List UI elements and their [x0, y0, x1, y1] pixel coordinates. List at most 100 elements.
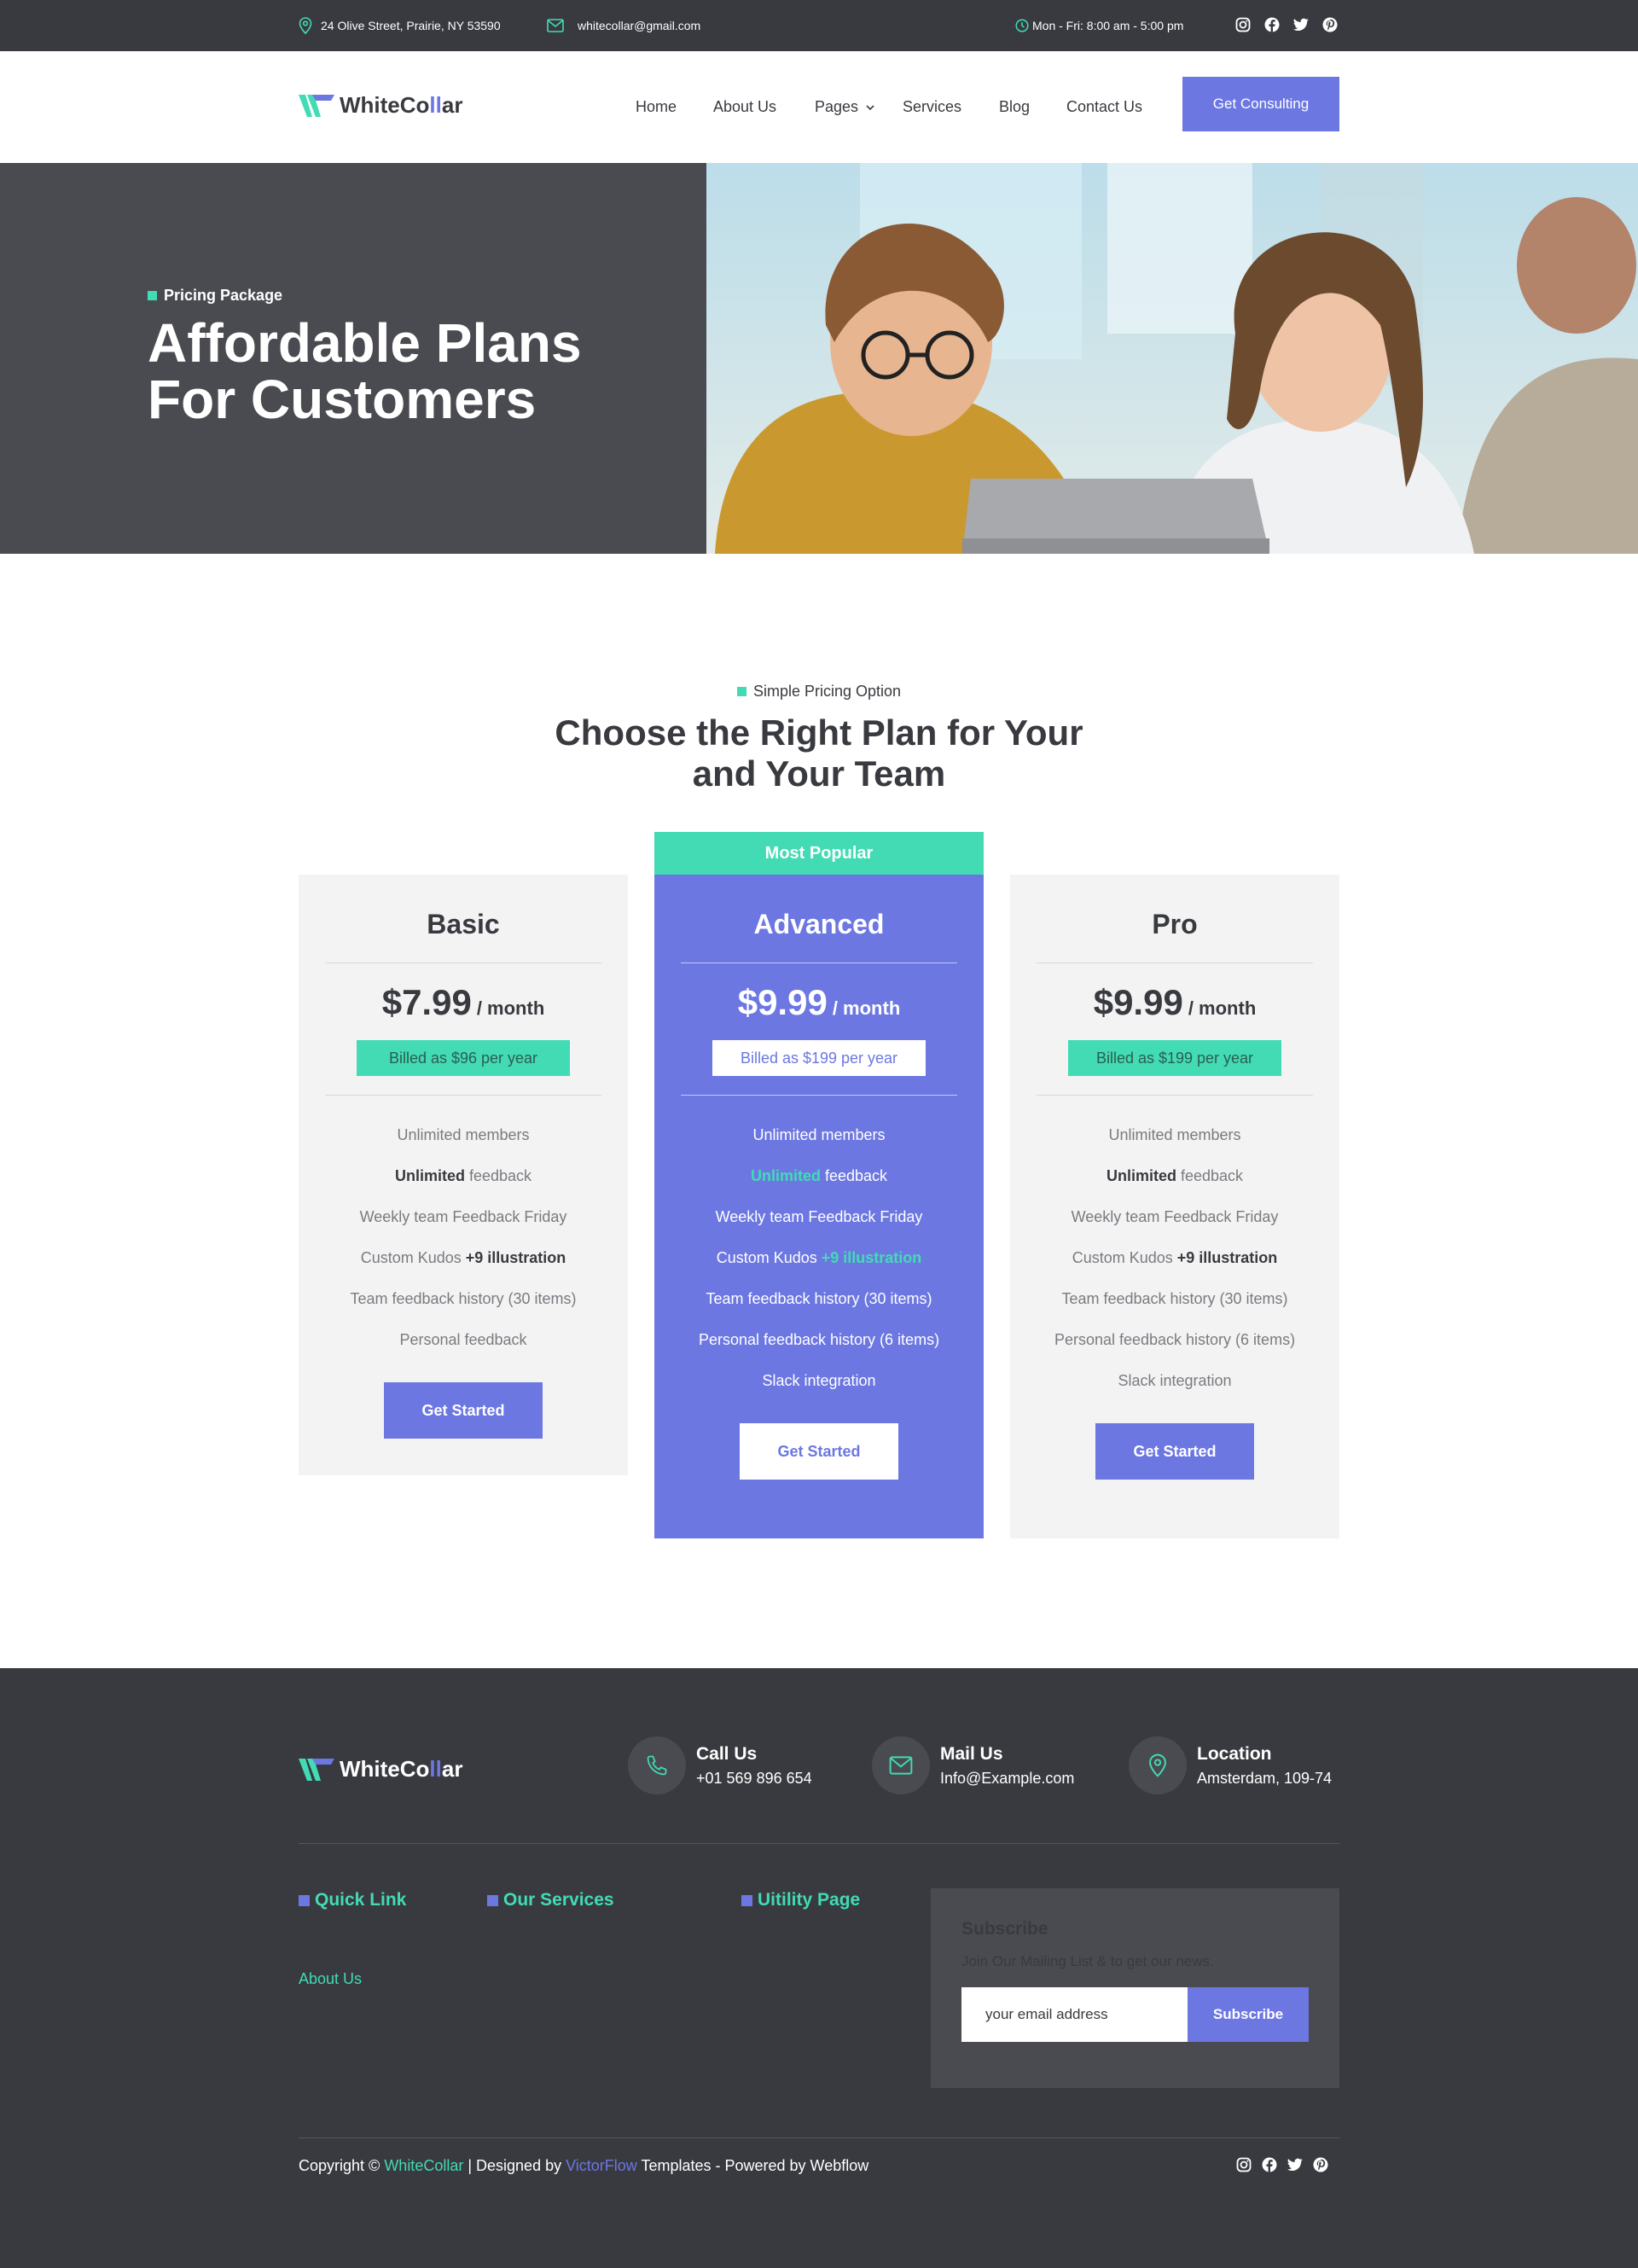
plan-price-period: / month	[476, 997, 545, 1019]
location-pin-icon	[299, 17, 312, 34]
instagram-icon[interactable]	[1236, 2157, 1252, 2177]
feature-text: Slack integration	[762, 1371, 876, 1389]
footer-link[interactable]: About Us	[299, 1962, 406, 1996]
footer-link[interactable]: Style Guide	[741, 1928, 860, 1962]
feature-text: feedback	[1180, 1166, 1244, 1184]
subscribe-box: Subscribe Join Our Mailing List & to get…	[931, 1888, 1339, 2088]
mail-icon	[872, 1736, 930, 1794]
get-started-button[interactable]: Get Started	[384, 1382, 543, 1439]
plan-feature: Weekly team Feedback Friday	[654, 1196, 984, 1237]
pinterest-icon[interactable]	[1321, 16, 1339, 33]
nav-contact-us[interactable]: Contact Us	[1066, 98, 1142, 116]
plan-feature: Custom Kudos +9 illustration	[299, 1237, 628, 1278]
get-consulting-button[interactable]: Get Consulting	[1182, 77, 1339, 131]
plan-feature: Unlimited feedback	[1010, 1155, 1339, 1196]
plan-feature: Personal feedback	[299, 1319, 628, 1360]
footer-link[interactable]: Services	[299, 2030, 406, 2064]
mail-icon	[547, 19, 564, 32]
email-item[interactable]: whitecollar@gmail.com	[547, 0, 700, 51]
get-started-button[interactable]: Get Started	[1095, 1423, 1254, 1480]
contact-location[interactable]: Location Amsterdam, 109-74	[1129, 1736, 1332, 1794]
plan-billed-badge: Billed as $199 per year	[1068, 1040, 1281, 1076]
plan-divider	[325, 962, 601, 963]
plan-feature: Personal feedback history (6 items)	[1010, 1319, 1339, 1360]
plan-features: Unlimited members Unlimited feedback Weekly…	[654, 1114, 984, 1401]
plan-card-pro: Pro $9.99/ month Billed as $199 per year Un…	[1010, 875, 1339, 1538]
footer-link[interactable]: Home	[299, 1928, 406, 1962]
footer-quick-links-title: Quick Link	[299, 1890, 406, 1910]
footer-link[interactable]: Licenses	[741, 1962, 860, 1996]
plan-features: Unlimited members Unlimited feedback Weekly…	[299, 1114, 628, 1360]
feature-text: Custom Kudos	[1072, 1248, 1173, 1266]
plan-feature: Slack integration	[1010, 1360, 1339, 1401]
copyright: Copyright © WhiteCollar | Designed by Vi…	[299, 2157, 869, 2174]
footer-link[interactable]: Company Management	[487, 2030, 647, 2064]
footer-link[interactable]: 404 Page	[741, 2064, 860, 2098]
feature-text: Team feedback history (30 items)	[350, 1289, 577, 1307]
pricing-tag: Simple Pricing Option	[0, 683, 1638, 701]
get-started-button[interactable]: Get Started	[740, 1423, 898, 1480]
plan-feature: Unlimited members	[654, 1114, 984, 1155]
nav-services[interactable]: Services	[903, 98, 961, 116]
footer-link[interactable]: Insurance & Finance	[487, 2064, 647, 2098]
square-bullet-icon	[736, 687, 746, 696]
feature-text: Team feedback history (30 items)	[706, 1289, 932, 1307]
footer-link[interactable]: Blog	[299, 1996, 406, 2030]
nav-pages[interactable]: Pages	[815, 98, 875, 116]
designer-link[interactable]: VictorFlow	[566, 2157, 637, 2174]
email-text[interactable]: whitecollar@gmail.com	[578, 19, 700, 32]
plan-price-amount: $7.99	[381, 982, 472, 1022]
hero-banner: Pricing Package Affordable Plans For Cus…	[0, 163, 1638, 554]
square-bullet-icon	[741, 1894, 752, 1906]
hero-tag: Pricing Package	[148, 287, 282, 305]
plan-feature: Unlimited members	[1010, 1114, 1339, 1155]
feature-text: Unlimited members	[1108, 1125, 1241, 1143]
pricing-title-line-1: Choose the Right Plan for Your	[555, 712, 1083, 753]
facebook-icon[interactable]	[1262, 2157, 1277, 2177]
follow-label: Follow :	[1173, 2158, 1227, 2175]
footer-link[interactable]: Changelog	[741, 2030, 860, 2064]
feature-text: Weekly team Feedback Friday	[359, 1207, 567, 1225]
feature-text: Custom Kudos	[360, 1248, 462, 1266]
nav-home[interactable]: Home	[636, 98, 677, 116]
logo-mark-icon	[299, 1758, 334, 1781]
plan-card-basic: Basic $7.99/ month Billed as $96 per year U…	[299, 875, 628, 1475]
pricing-title: Choose the Right Plan for Your and Your …	[512, 712, 1126, 794]
twitter-icon[interactable]	[1292, 16, 1310, 33]
footer-link[interactable]: Business Management	[487, 1962, 647, 1996]
feature-text: Weekly team Feedback Friday	[1071, 1207, 1279, 1225]
footer-link[interactable]: Contact	[299, 2064, 406, 2098]
plan-feature: Unlimited feedback	[654, 1155, 984, 1196]
plan-divider	[325, 1095, 601, 1096]
square-bullet-icon	[299, 1894, 310, 1906]
footer-link[interactable]: Consultant & Programs	[487, 1996, 647, 2030]
footer-link[interactable]: Instructions	[741, 1996, 860, 2030]
pinterest-icon[interactable]	[1313, 2157, 1328, 2177]
nav-blog[interactable]: Blog	[999, 98, 1030, 116]
feature-text: feedback	[468, 1166, 532, 1184]
plan-billed-badge: Billed as $199 per year	[712, 1040, 926, 1076]
nav-links: Home About Us Pages Services Blog Contac…	[0, 51, 1638, 163]
plan-feature: Unlimited feedback	[299, 1155, 628, 1196]
plan-divider	[1037, 1095, 1313, 1096]
plan-price: $7.99/ month	[299, 982, 628, 1025]
twitter-icon[interactable]	[1287, 2158, 1303, 2176]
subscribe-email-input[interactable]	[961, 1987, 1188, 2042]
plan-feature: Team feedback history (30 items)	[299, 1278, 628, 1319]
contact-call[interactable]: Call Us +01 569 896 654	[628, 1736, 812, 1794]
footer-logo[interactable]: WhiteCollar	[299, 1756, 462, 1782]
plan-billed-badge: Billed as $96 per year	[357, 1040, 570, 1076]
facebook-icon[interactable]	[1263, 16, 1281, 33]
hours-item: Mon - Fri: 8:00 am - 5:00 pm	[1015, 0, 1183, 51]
subscribe-button[interactable]: Subscribe	[1188, 1987, 1309, 2042]
most-popular-badge: Most Popular	[654, 832, 984, 875]
contact-mail[interactable]: Mail Us Info@Example.com	[872, 1736, 1074, 1794]
nav-about-us[interactable]: About Us	[713, 98, 776, 116]
feature-highlight: Unlimited	[1106, 1166, 1176, 1184]
plan-price-amount: $9.99	[737, 982, 828, 1022]
footer-link[interactable]: Financial Consulting	[487, 1928, 647, 1962]
instagram-icon[interactable]	[1234, 16, 1252, 33]
copyright-brand-link[interactable]: WhiteCollar	[384, 2157, 463, 2174]
plan-divider	[681, 1095, 957, 1096]
contact-mail-value: Info@Example.com	[940, 1769, 1075, 1787]
